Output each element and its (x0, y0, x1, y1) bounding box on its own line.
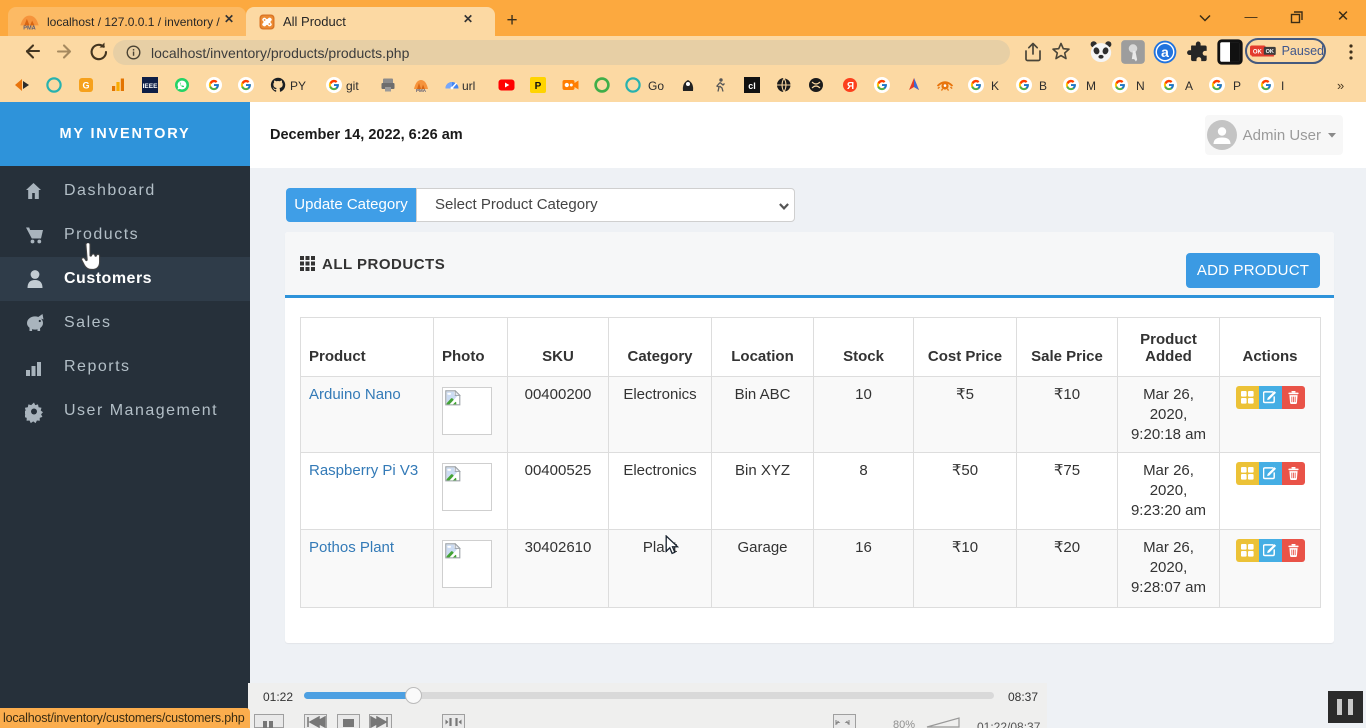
svg-text:OK: OK (1266, 49, 1274, 55)
svg-text:a: a (1161, 45, 1169, 61)
svg-text:PMA: PMA (23, 25, 35, 30)
svg-text:OK: OK (1253, 49, 1263, 55)
